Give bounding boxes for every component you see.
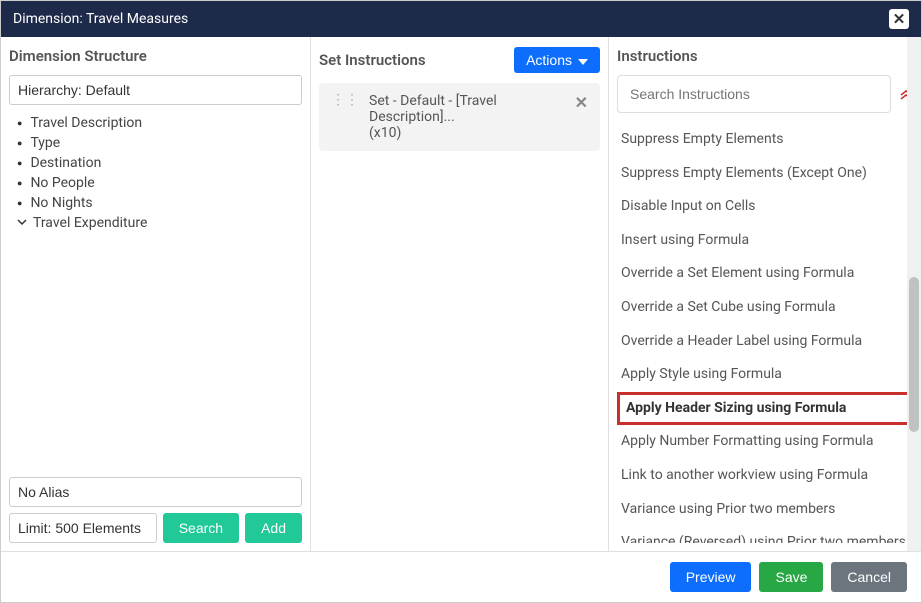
instruction-item[interactable]: Apply Number Formatting using Formula — [617, 425, 913, 459]
tree-item[interactable]: Travel Expenditure — [17, 213, 302, 233]
instructions-search-input[interactable] — [617, 75, 891, 113]
instruction-list: Suppress Empty ElementsSuppress Empty El… — [617, 123, 913, 543]
tree-item-label: No People — [30, 175, 94, 191]
left-bottom-controls: No Alias Limit: 500 Elements Search Add — [9, 477, 302, 543]
dimension-structure-header: Dimension Structure — [9, 47, 302, 65]
limit-select[interactable]: Limit: 500 Elements — [9, 513, 157, 543]
set-item-text: Set - Default - [Travel Description]... … — [369, 93, 565, 141]
instruction-item[interactable]: Link to another workview using Formula — [617, 459, 913, 493]
bullet-icon: ● — [17, 198, 22, 209]
instruction-item[interactable]: Disable Input on Cells — [617, 190, 913, 224]
instruction-item[interactable]: Override a Header Label using Formula — [617, 325, 913, 359]
save-button[interactable]: Save — [759, 562, 823, 592]
tree-item-label: No Nights — [30, 195, 92, 211]
tree-item-label: Destination — [30, 155, 101, 171]
chevron-down-icon — [17, 215, 27, 231]
tree-item[interactable]: ● No Nights — [17, 193, 302, 213]
hierarchy-tree: ● Travel Description ● Type ● Destination ● No … — [9, 113, 302, 477]
instruction-item[interactable]: Suppress Empty Elements — [617, 123, 913, 157]
instruction-item[interactable]: Override a Set Element using Formula — [617, 257, 913, 291]
close-button[interactable]: ✕ — [889, 9, 909, 29]
tree-item[interactable]: ● Destination — [17, 153, 302, 173]
alias-select[interactable]: No Alias — [9, 477, 302, 507]
dimension-dialog: Dimension: Travel Measures ✕ Dimension S… — [0, 0, 922, 603]
instruction-item[interactable]: Variance using Prior two members — [617, 493, 913, 527]
hierarchy-select[interactable]: Hierarchy: Default — [9, 75, 302, 105]
set-instructions-header: Set Instructions — [319, 51, 426, 69]
cancel-button[interactable]: Cancel — [831, 562, 907, 592]
dialog-footer: Preview Save Cancel — [1, 551, 921, 602]
bullet-icon: ● — [17, 158, 22, 169]
instruction-item[interactable]: Override a Set Cube using Formula — [617, 291, 913, 325]
bullet-icon: ● — [17, 138, 22, 149]
tree-item-label: Travel Description — [30, 115, 142, 131]
preview-button[interactable]: Preview — [670, 562, 752, 592]
tree-item-label: Type — [30, 135, 60, 151]
instruction-item[interactable]: Apply Header Sizing using Formula — [617, 392, 913, 426]
set-instructions-header-row: Set Instructions Actions — [319, 47, 600, 73]
tree-item-label: Travel Expenditure — [33, 215, 147, 231]
remove-set-button[interactable]: ✕ — [575, 93, 588, 112]
drag-handle-icon[interactable]: ⋮⋮ — [331, 93, 359, 107]
instructions-search-row — [617, 75, 913, 113]
instruction-item[interactable]: Insert using Formula — [617, 224, 913, 258]
instructions-panel: Instructions Suppress Empty ElementsSupp… — [609, 37, 921, 551]
close-icon: ✕ — [893, 10, 906, 28]
scrollbar[interactable] — [907, 37, 921, 551]
scrollbar-thumb[interactable] — [909, 277, 919, 432]
actions-button[interactable]: Actions — [514, 47, 600, 73]
set-item-line2: (x10) — [369, 125, 565, 141]
bullet-icon: ● — [17, 178, 22, 189]
tree-item[interactable]: ● Type — [17, 133, 302, 153]
instruction-item[interactable]: Variance (Reversed) using Prior two memb… — [617, 526, 913, 543]
bullet-icon: ● — [17, 118, 22, 129]
titlebar: Dimension: Travel Measures ✕ — [1, 1, 921, 37]
chevron-down-icon — [578, 52, 588, 68]
instruction-item[interactable]: Suppress Empty Elements (Except One) — [617, 157, 913, 191]
tree-item[interactable]: ● Travel Description — [17, 113, 302, 133]
set-instructions-panel: Set Instructions Actions ⋮⋮ Set - Defaul… — [311, 37, 609, 551]
tree-item[interactable]: ● No People — [17, 173, 302, 193]
set-item-line1: Set - Default - [Travel Description]... — [369, 93, 565, 125]
instruction-item[interactable]: Apply Style using Formula — [617, 358, 913, 392]
dimension-structure-panel: Dimension Structure Hierarchy: Default ●… — [1, 37, 311, 551]
search-button[interactable]: Search — [163, 513, 239, 543]
actions-label: Actions — [526, 52, 572, 68]
instructions-header: Instructions — [617, 47, 913, 65]
set-item[interactable]: ⋮⋮ Set - Default - [Travel Description].… — [319, 83, 600, 151]
dialog-content: Dimension Structure Hierarchy: Default ●… — [1, 37, 921, 551]
dialog-title: Dimension: Travel Measures — [13, 11, 188, 27]
add-button[interactable]: Add — [245, 513, 302, 543]
search-add-row: Limit: 500 Elements Search Add — [9, 513, 302, 543]
